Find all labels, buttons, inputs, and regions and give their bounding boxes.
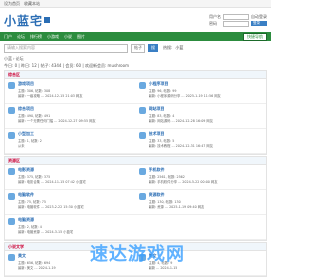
- forum-last-post: 最新: 电脑软件 ... 2023-2-22 15:30 小蓝宅: [18, 205, 84, 209]
- quick-nav-button[interactable]: 快捷导航: [243, 32, 267, 41]
- forum-item[interactable]: 综合项目 主题: 490, 帖数: 491 最新: 一个无需任何门槛 ... 202…: [5, 104, 136, 129]
- forum-name[interactable]: 美文: [18, 253, 56, 259]
- forum-meta: 主题: 75, 帖数: 75: [18, 199, 46, 204]
- favorite-link[interactable]: 收藏本站: [24, 1, 40, 7]
- forum-last-post: 最新: 资源 ... 2025-1-19 09:40 网友: [148, 205, 205, 209]
- forum-icon: [8, 107, 15, 114]
- watermark: 速达游戏网: [90, 244, 185, 265]
- forum-name[interactable]: 网站项目: [149, 106, 214, 112]
- login-form: 用户名 自动登录 密码 登录: [209, 13, 267, 27]
- breadcrumb-current[interactable]: 论坛: [16, 56, 24, 62]
- search-type-select[interactable]: 帖子: [131, 43, 145, 53]
- forum-category: 综合区 游戏项目 主题: 306, 帖数: 308 最新: 一级攻略 ... 2024…: [4, 70, 267, 155]
- forum-name[interactable]: 手机软件: [149, 167, 218, 173]
- search-bar: 请输入搜索内容 帖子 搜 热搜: 小蓝: [0, 41, 271, 55]
- password-input[interactable]: [223, 20, 249, 27]
- forum-meta: 主题: 656, 帖数: 694: [18, 260, 51, 265]
- nav-item[interactable]: 论坛: [17, 34, 25, 40]
- nav-item[interactable]: 门户: [4, 34, 12, 40]
- forum-icon: [8, 168, 15, 175]
- forum-item[interactable]: 技术项目 主题: 33, 帖数: 5 最新: 技术教程 ... 2024-12-31…: [135, 129, 266, 154]
- nav-item[interactable]: 排行榜: [30, 34, 42, 40]
- hot-label: 热搜:: [163, 45, 173, 50]
- forum-item[interactable]: [135, 215, 266, 240]
- forum-item[interactable]: 电脑软件 主题: 75, 帖数: 75 最新: 电脑软件 ... 2023-2-22…: [5, 190, 136, 215]
- forum-icon: [8, 132, 15, 139]
- forum-last-post: 从未: [18, 144, 25, 148]
- forum-meta: 主题: 2561, 帖数: 2562: [148, 174, 185, 179]
- forum-meta: 主题: 2, 帖数: 4: [18, 224, 42, 229]
- forum-last-post: 最新: 一级攻略 ... 2024-12-15 21:03 网友: [18, 94, 83, 98]
- nav-item[interactable]: 小说: [64, 34, 72, 40]
- forum-name[interactable]: 电脑资源: [18, 217, 73, 223]
- header: 小蓝宅 用户名 自动登录 密码 登录: [0, 8, 271, 32]
- forum-meta: 主题: 83, 帖数: 4: [148, 113, 175, 118]
- forum-last-post: 最新: 手机软件分享 ... 2024-5-22 00:00 网友: [148, 180, 218, 184]
- forum-item[interactable]: 小型加工 主题: 1, 帖数: 2 从未: [5, 129, 136, 154]
- forum-meta: 主题: 130, 帖数: 130: [148, 199, 181, 204]
- login-button[interactable]: 登录: [251, 21, 267, 26]
- forum-last-post: 最新: 小程序源码分享 ... 2025-1-19 11:56 网友: [148, 94, 221, 98]
- forum-name[interactable]: 小程序项目: [149, 81, 221, 87]
- nav-item[interactable]: 小游戏: [47, 34, 59, 40]
- remember-checkbox[interactable]: 自动登录: [251, 14, 267, 20]
- forum-name[interactable]: 电脑软件: [18, 192, 84, 198]
- main-nav: 门户 论坛 排行榜 小游戏 小说 图片 快捷导航: [0, 32, 271, 41]
- forum-meta: 主题: 1, 帖数: 2: [18, 138, 42, 143]
- search-input[interactable]: 请输入搜索内容: [4, 43, 128, 53]
- forum-item[interactable]: 资源软件 主题: 130, 帖数: 130 最新: 资源 ... 2025-1-19…: [135, 190, 266, 215]
- forum-name[interactable]: 小型加工: [18, 131, 42, 137]
- forum-icon: [8, 218, 15, 225]
- forum-item[interactable]: 电脑资源 主题: 2, 帖数: 4 最新: 电脑资源 ... 2024-3-15 小…: [5, 215, 136, 240]
- forum-last-post: 最新: 一个无需任何门槛 ... 2024-12-27 09:55 网友: [18, 119, 96, 123]
- forum-item[interactable]: 网站项目 主题: 83, 帖数: 4 最新: 网站源码 ... 2024-12-28…: [135, 104, 266, 129]
- forum-last-post: 最新: 美文 ... 2024-1-19: [18, 266, 56, 270]
- forum-name[interactable]: 游戏项目: [18, 81, 83, 87]
- forum-icon: [138, 168, 146, 175]
- forum-meta: 主题: 33, 帖数: 5: [148, 138, 175, 143]
- forum-name[interactable]: 资源软件: [149, 192, 205, 198]
- breadcrumb-home[interactable]: 小蓝: [4, 56, 12, 62]
- forum-name[interactable]: 综合项目: [18, 106, 96, 112]
- forum-name[interactable]: 电影资源: [18, 167, 86, 173]
- forum-item[interactable]: 手机软件 主题: 2561, 帖数: 2562 最新: 手机软件分享 ... 202…: [135, 165, 266, 190]
- breadcrumb: 小蓝 › 论坛: [4, 55, 24, 62]
- category-title[interactable]: 综合区: [5, 71, 266, 79]
- site-logo[interactable]: 小蓝宅: [4, 12, 51, 29]
- forum-name[interactable]: 技术项目: [149, 131, 214, 137]
- forum-icon: [138, 193, 146, 200]
- forum-icon: [138, 82, 146, 89]
- forum-meta: 主题: 96, 帖数: 99: [148, 88, 177, 93]
- forum-stats: 今日: 0 | 昨日: 12 | 帖子: 4344 | 会员: 60 | 欢迎新…: [4, 62, 129, 68]
- forum-item[interactable]: 小程序项目 主题: 96, 帖数: 99 最新: 小程序源码分享 ... 2025-…: [135, 79, 266, 104]
- forum-icon: [8, 254, 15, 261]
- forum-icon: [138, 107, 146, 114]
- search-button[interactable]: 搜: [148, 44, 158, 52]
- forum-last-post: 最新: 网站源码 ... 2024-12-28 16:09 网友: [148, 119, 214, 123]
- forum-item[interactable]: 电影资源 主题: 375, 帖数: 375 最新: 电影合集 ... 2024-11…: [5, 165, 136, 190]
- forum-meta: 主题: 306, 帖数: 308: [18, 88, 51, 93]
- forum-icon: [138, 132, 146, 139]
- category-title[interactable]: 资源区: [5, 157, 266, 165]
- forum-icon: [8, 82, 15, 89]
- nav-item[interactable]: 图片: [77, 34, 85, 40]
- forum-category: 资源区 电影资源 主题: 375, 帖数: 375 最新: 电影合集 ... 2024…: [4, 156, 267, 241]
- forum-last-post: 最新: 技术教程 ... 2024-12-31 16:47 网友: [148, 144, 214, 148]
- logo-mark-icon: [44, 17, 51, 23]
- forum-last-post: 最新: 电脑资源 ... 2024-3-15 小蓝宅: [18, 230, 74, 234]
- forum-icon: [8, 193, 15, 200]
- forum-meta: 主题: 375, 帖数: 375: [18, 174, 51, 179]
- forum-last-post: 最新: 电影合集 ... 2024-11-15 07:42 小蓝宅: [18, 180, 86, 184]
- username-input[interactable]: [223, 13, 249, 20]
- forum-item[interactable]: 游戏项目 主题: 306, 帖数: 308 最新: 一级攻略 ... 2024-12…: [5, 79, 136, 104]
- forum-meta: 主题: 490, 帖数: 491: [18, 113, 51, 118]
- set-home-link[interactable]: 设为首页: [4, 1, 20, 7]
- top-bar: 设为首页 收藏本站: [0, 0, 271, 8]
- hot-item-link[interactable]: 小蓝: [175, 45, 183, 51]
